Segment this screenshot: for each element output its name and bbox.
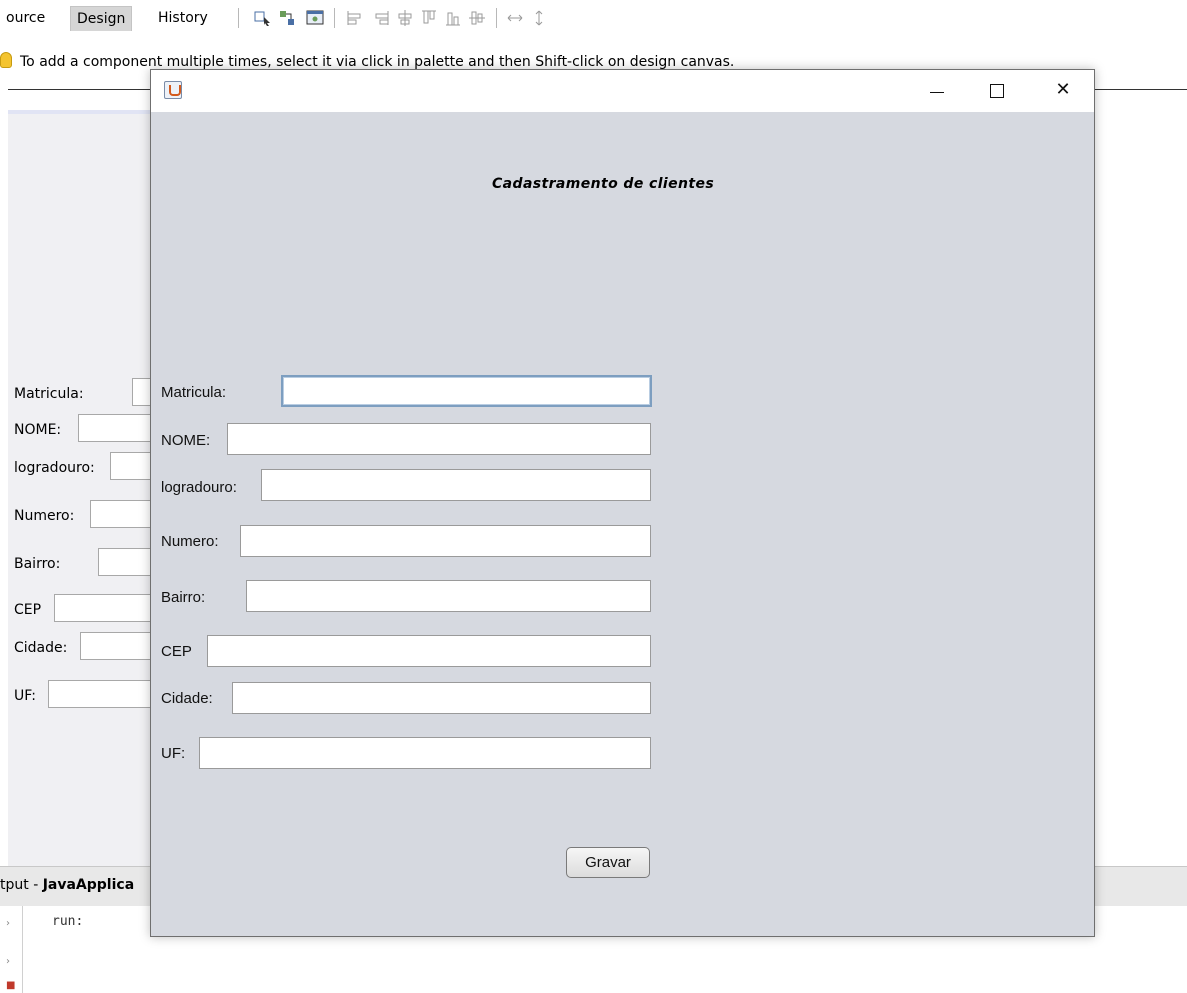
toolbar-separator [238, 8, 239, 28]
form-heading: Cadastramento de clientes [492, 176, 715, 192]
cep-input[interactable] [208, 636, 650, 666]
logradouro-input[interactable] [262, 470, 650, 500]
hint-text: To add a component multiple times, selec… [20, 54, 735, 70]
preview-design-icon[interactable] [306, 9, 324, 27]
matricula-input[interactable] [283, 377, 650, 405]
maximize-icon [990, 84, 1004, 98]
uf-input[interactable] [200, 738, 650, 768]
maximize-button[interactable] [974, 70, 1020, 112]
matricula-label: Matricula: [161, 384, 227, 401]
output-prefix: tput - [0, 877, 43, 893]
design-field-cep[interactable] [54, 594, 158, 622]
matricula-field[interactable] [281, 375, 652, 407]
design-label-cidade[interactable]: Cidade: [14, 640, 67, 656]
uf-field[interactable] [199, 737, 651, 769]
design-field-nome[interactable] [78, 414, 158, 442]
cep-label: CEP [161, 643, 192, 660]
rerun-icon[interactable]: › [6, 918, 10, 929]
nome-field[interactable] [227, 423, 651, 455]
center-vertically-icon[interactable] [468, 9, 486, 27]
tab-design[interactable]: Design [70, 6, 133, 31]
logradouro-field[interactable] [261, 469, 651, 501]
minimize-icon [930, 92, 944, 93]
cep-field[interactable] [207, 635, 651, 667]
resize-vertical-icon[interactable] [530, 9, 548, 27]
numero-input[interactable] [241, 526, 650, 556]
app-window: ✕ Cadastramento de clientes Matricula: N… [150, 69, 1095, 937]
align-bottom-icon[interactable] [444, 9, 462, 27]
rerun-icon[interactable]: › [6, 956, 10, 967]
design-field-cidade[interactable] [80, 632, 160, 660]
output-project-name: JavaApplica [42, 877, 135, 893]
cidade-input[interactable] [233, 683, 650, 713]
logradouro-label: logradouro: [161, 479, 237, 496]
design-label-numero[interactable]: Numero: [14, 508, 74, 524]
close-icon: ✕ [1055, 79, 1071, 100]
design-field-uf[interactable] [48, 680, 160, 708]
bairro-label: Bairro: [161, 589, 206, 606]
tab-history[interactable]: History [152, 6, 214, 30]
design-label-nome[interactable]: NOME: [14, 422, 61, 438]
resize-horizontal-icon[interactable] [506, 9, 524, 27]
connection-mode-icon[interactable] [278, 9, 296, 27]
nome-input[interactable] [228, 424, 650, 454]
design-divider [8, 89, 153, 90]
design-label-logradouro[interactable]: logradouro: [14, 460, 95, 476]
design-divider [1095, 89, 1187, 90]
align-top-icon[interactable] [420, 9, 438, 27]
minimize-button[interactable] [914, 70, 960, 112]
console-gutter [22, 906, 23, 993]
cidade-label: Cidade: [161, 690, 213, 707]
uf-label: UF: [161, 745, 186, 762]
cidade-field[interactable] [232, 682, 651, 714]
design-label-bairro[interactable]: Bairro: [14, 556, 60, 572]
bairro-field[interactable] [246, 580, 651, 612]
ide-toolbar: ource Design History [0, 0, 1187, 38]
design-field-bairro[interactable] [98, 548, 158, 576]
tab-source[interactable]: ource [0, 6, 51, 30]
bulb-icon [0, 52, 12, 68]
nome-label: NOME: [161, 432, 211, 449]
window-titlebar[interactable]: ✕ [151, 70, 1094, 112]
gravar-button[interactable]: Gravar [566, 847, 650, 878]
numero-field[interactable] [240, 525, 651, 557]
java-app-icon [164, 81, 182, 99]
design-label-uf[interactable]: UF: [14, 688, 36, 704]
close-button[interactable]: ✕ [1040, 70, 1086, 112]
design-canvas[interactable]: Matricula: NOME: logradouro: Numero: Bai… [8, 110, 162, 869]
output-title: tput - JavaApplica [0, 877, 134, 893]
console-text: run: [52, 914, 84, 929]
numero-label: Numero: [161, 533, 219, 550]
bairro-input[interactable] [247, 581, 650, 611]
center-horizontally-icon[interactable] [396, 9, 414, 27]
toolbar-separator [496, 8, 497, 28]
align-right-icon[interactable] [372, 9, 390, 27]
design-label-cep[interactable]: CEP [14, 602, 41, 618]
stop-icon[interactable]: ■ [6, 980, 15, 991]
selection-mode-icon[interactable] [254, 9, 272, 27]
design-label-matricula[interactable]: Matricula: [14, 386, 84, 402]
toolbar-separator [334, 8, 335, 28]
align-left-icon[interactable] [346, 9, 364, 27]
